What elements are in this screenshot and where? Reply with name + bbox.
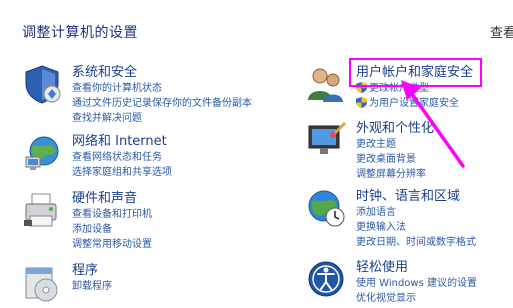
link-file-history-backup[interactable]: 通过文件历史记录保存你的文件备份副本 — [72, 96, 252, 111]
link-devices-printers[interactable]: 查看设备和打印机 — [72, 207, 152, 222]
category-title[interactable]: 系统和安全 — [72, 64, 252, 81]
link-add-device[interactable]: 添加设备 — [72, 222, 152, 237]
link-view-network-status[interactable]: 查看网络状态和任务 — [72, 150, 172, 165]
uac-shield-icon — [356, 97, 367, 108]
link-find-fix-problems[interactable]: 查找并解决问题 — [72, 111, 252, 126]
link-change-date-time-format[interactable]: 更改日期、时间或数字格式 — [356, 235, 476, 250]
link-mobility-settings[interactable]: 调整常用移动设置 — [72, 237, 152, 252]
globe-clock-icon[interactable] — [306, 188, 346, 228]
ease-access-icon[interactable] — [306, 259, 346, 299]
users-icon[interactable] — [306, 64, 346, 104]
link-change-input-method[interactable]: 更换输入法 — [356, 220, 476, 235]
view-by-label[interactable]: 查看 — [490, 22, 513, 41]
link-windows-suggested-settings[interactable]: 使用 Windows 建议的设置 — [356, 276, 477, 291]
printer-icon[interactable] — [22, 190, 62, 230]
category-title[interactable]: 程序 — [72, 262, 112, 279]
page-title: 调整计算机的设置 — [22, 25, 138, 41]
network-globe-icon[interactable] — [22, 133, 62, 173]
category-title[interactable]: 硬件和声音 — [72, 190, 152, 207]
category-title[interactable]: 时钟、语言和区域 — [356, 188, 476, 205]
link-view-computer-status[interactable]: 查看你的计算机状态 — [72, 81, 252, 96]
link-optimize-visual-display[interactable]: 优化视觉显示 — [356, 291, 477, 306]
link-homegroup-sharing[interactable]: 选择家庭组和共享选项 — [72, 165, 172, 180]
shield-flag-icon[interactable] — [22, 64, 62, 104]
link-add-language[interactable]: 添加语言 — [356, 205, 476, 220]
programs-disc-icon[interactable] — [22, 262, 62, 302]
monitor-brush-icon[interactable] — [306, 120, 346, 160]
link-uninstall-program[interactable]: 卸载程序 — [72, 279, 112, 294]
pointer-arrow-icon — [401, 80, 465, 168]
category-title[interactable]: 轻松使用 — [356, 259, 477, 276]
category-title[interactable]: 网络和 Internet — [72, 133, 172, 150]
